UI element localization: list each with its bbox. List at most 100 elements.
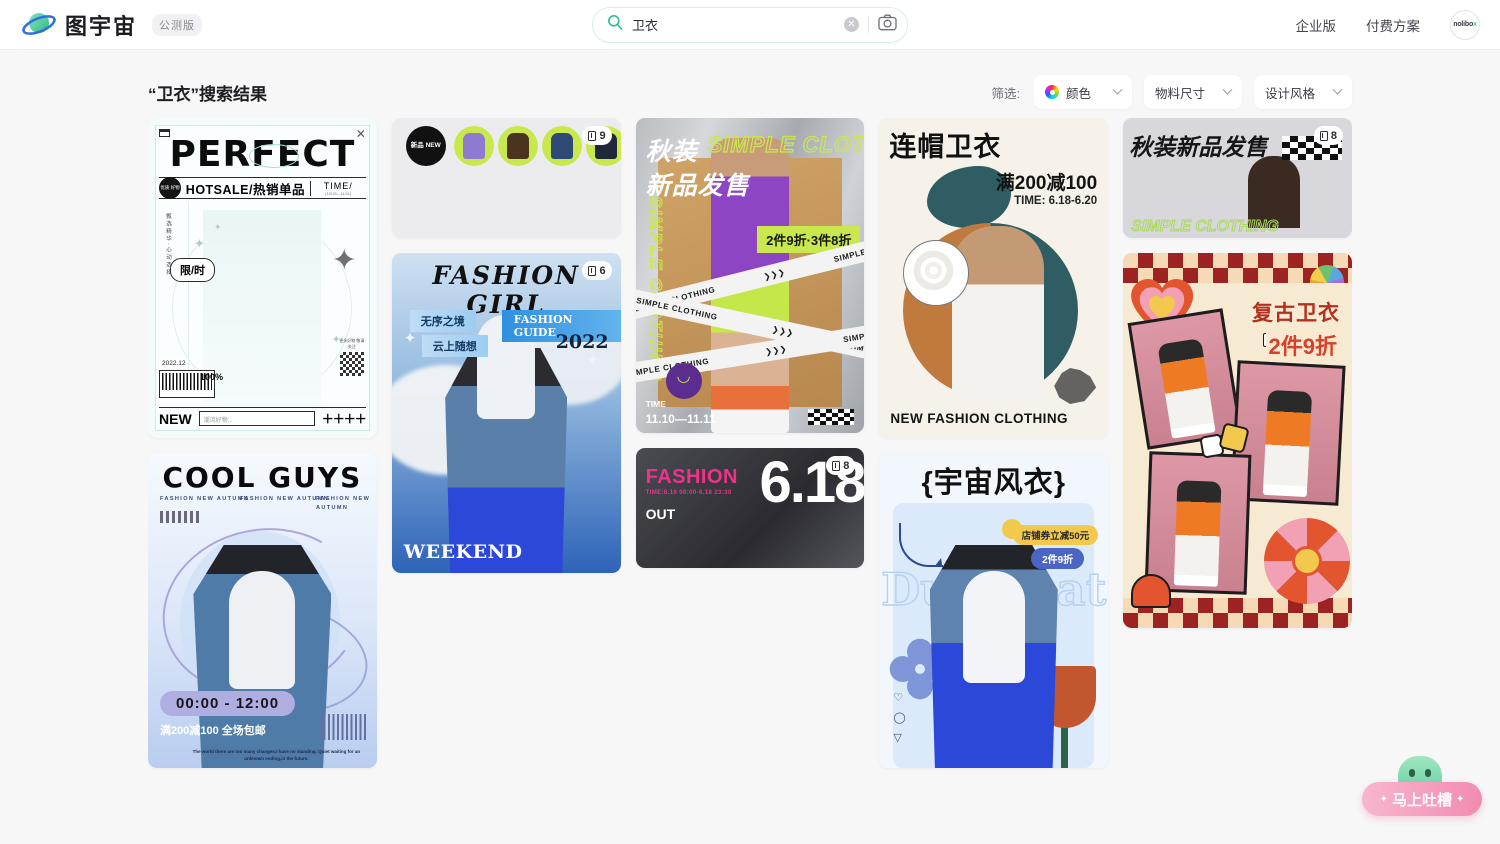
- planet-icon: [22, 9, 56, 41]
- mushroom-icon: [1131, 574, 1172, 608]
- card1-time-label: TIME/: [323, 180, 353, 191]
- feedback-fab-label: 马上吐槽: [1391, 791, 1452, 809]
- clear-search-icon[interactable]: ✕: [844, 17, 859, 32]
- chevron-down-icon: [1332, 84, 1343, 95]
- card11-new-label: 新品 NEW: [405, 126, 446, 166]
- filter-size[interactable]: 物料尺寸: [1144, 75, 1242, 109]
- divider: [868, 16, 869, 33]
- card4-title: 复古卫衣: [1251, 302, 1340, 325]
- result-card[interactable]: COOL GUYS FASHION NEW AUTUMN FASHION NEW…: [148, 453, 377, 768]
- page-count-badge: 6: [582, 261, 612, 280]
- qr-code-icon: [339, 352, 364, 376]
- card1-time-range: (10/15—11/11): [325, 190, 352, 196]
- leaf-illustration: [1054, 368, 1097, 404]
- card6-time-chip: 00:00 - 12:00: [160, 691, 296, 716]
- results-grid: ✕ PERFECT 优质 好物 HOTSALE/热销单品 TIME/ (10/1…: [148, 118, 1352, 818]
- feedback-fab[interactable]: ✦ 马上吐槽 ✦: [1362, 756, 1482, 816]
- sparkle-icon: ✦: [1379, 793, 1388, 805]
- badge-count: 8: [1330, 129, 1337, 142]
- sparkle-icon: ✦: [403, 330, 417, 347]
- card1-corner-tag: 优质 好物: [159, 177, 181, 199]
- card12-fashion: FASHION: [645, 466, 738, 488]
- heart-icon: ♡: [893, 692, 904, 704]
- card3-promo: 满200减100: [995, 173, 1098, 194]
- flower-illustration: [1263, 518, 1350, 604]
- result-card[interactable]: 连帽卫衣 满200减100 TIME: 6.18-6.20 NEW FASHIO…: [879, 118, 1109, 438]
- page-count-badge: 8: [1313, 126, 1343, 145]
- card6-title: COOL GUYS: [162, 461, 363, 494]
- camera-icon[interactable]: [878, 14, 897, 36]
- result-card[interactable]: 8 6.18 FASHION TIME:6.16 00:00-6.18 23:3…: [635, 448, 865, 568]
- filter-label: 筛选:: [991, 86, 1020, 101]
- search-icon: [607, 14, 623, 35]
- flower-illustration: [903, 240, 970, 306]
- brand-logo[interactable]: 图宇宙 公测版: [22, 9, 203, 41]
- card12-out: OUT: [645, 506, 676, 522]
- card6-footer: The world there are too many changes,I h…: [192, 748, 361, 762]
- card7-time-value: 11.10—11.11: [645, 412, 716, 426]
- search-bar[interactable]: ✕: [592, 6, 908, 43]
- result-card[interactable]: ✕ PERFECT 优质 好物 HOTSALE/热销单品 TIME/ (10/1…: [148, 118, 377, 438]
- main-content: “卫衣”搜索结果 筛选: 颜色 物料尺寸 设计风格 ✕ PERFECT 优质 好…: [0, 50, 1500, 818]
- result-card[interactable]: SIMPLE CLOTHING SIMPLE CLOTHING 秋装 新品发售 …: [635, 118, 865, 433]
- layers-icon: [1319, 130, 1328, 141]
- nav-link-enterprise[interactable]: 企业版: [1296, 15, 1337, 35]
- card7-title-1: 秋装: [645, 138, 698, 166]
- send-icon: ▽: [893, 732, 902, 744]
- layers-icon: [588, 265, 597, 276]
- card3-footer: NEW FASHION CLOTHING: [890, 411, 1068, 426]
- card1-date: 2022.12: [160, 359, 188, 368]
- card3-time: TIME: 6.18-6.20: [1014, 195, 1098, 207]
- header-nav: 企业版 付费方案 nolibo x: [1296, 9, 1480, 40]
- result-card[interactable]: 9 新品 NEW: [391, 118, 621, 238]
- page-title: “卫衣”搜索结果: [148, 84, 267, 104]
- badge-count: 8: [843, 459, 850, 472]
- chevron-down-icon: [1112, 84, 1123, 95]
- star-icon: ✦: [331, 244, 357, 277]
- sparkle-icon: ✦: [1456, 793, 1465, 805]
- result-card[interactable]: 6 FASHION GIRL 无序之境 FASHION GUIDE 云上随想 2…: [391, 253, 621, 573]
- sparkle-icon: ✦: [586, 352, 599, 369]
- result-card[interactable]: 复古卫衣 2件9折: [1123, 253, 1352, 628]
- beta-tag: 公测版: [152, 13, 203, 36]
- filter-style[interactable]: 设计风格: [1254, 75, 1352, 109]
- card12-time: TIME:6.16 00:00-6.18 23:30: [645, 490, 732, 496]
- badge-count: 9: [599, 129, 606, 142]
- chevron-down-icon: [1222, 84, 1233, 95]
- color-wheel-icon: [1045, 85, 1059, 99]
- filter-color[interactable]: 颜色: [1034, 75, 1132, 109]
- card6-sub-a: FASHION NEW AUTUMN: [160, 496, 250, 502]
- layers-icon: [832, 460, 841, 471]
- filter-style-label: 设计风格: [1265, 86, 1316, 101]
- card3-title: 连帽卫衣: [889, 132, 1002, 162]
- card6-promo: 满200减100 全场包邮: [160, 725, 266, 737]
- result-card[interactable]: 8 秋装新品发售 SIMPLE CLOTHING: [1123, 118, 1352, 238]
- card8-promo: 2件9折: [1031, 548, 1085, 569]
- filter-color-label: 颜色: [1066, 86, 1092, 101]
- card6-sub-c: FASHION NEW AUTUMN: [316, 496, 371, 511]
- filter-size-label: 物料尺寸: [1155, 86, 1206, 101]
- card7-ghost: SIMPLE CLOTHING: [707, 131, 865, 157]
- badge-count: 6: [599, 264, 606, 277]
- card2-tag-c: 云上随想: [421, 335, 488, 357]
- card1-input-placeholder: 潮流好物...: [198, 411, 315, 426]
- card7-time-label: TIME: [645, 399, 666, 409]
- card1-new: NEW: [159, 410, 192, 427]
- avatar[interactable]: nolibo x: [1450, 9, 1480, 40]
- card13-ghost: SIMPLE CLOTHING: [1131, 218, 1280, 236]
- brand-name: 图宇宙: [65, 13, 138, 39]
- card7-title-2: 新品发售: [645, 172, 750, 200]
- card1-hotsale: HOTSALE/热销单品: [185, 182, 305, 197]
- result-card[interactable]: Dustcoat 店铺券立减50元 2件9折 {宇宙风衣} ♡ ◯ ▽: [879, 453, 1109, 768]
- card2-tag-a: 无序之境: [409, 310, 476, 332]
- results-toolbar: “卫衣”搜索结果 筛选: 颜色 物料尺寸 设计风格: [148, 50, 1352, 118]
- card13-title: 秋装新品发售: [1129, 134, 1268, 160]
- card8-coupon: 店铺券立减50元: [1012, 525, 1099, 545]
- card1-limited-tag: 限/时: [170, 258, 216, 282]
- avatar-label-tail: x: [1473, 21, 1477, 28]
- smiley-badge-icon: [665, 363, 702, 399]
- layers-icon: [588, 130, 597, 141]
- card2-year: 2022: [555, 331, 609, 353]
- search-input[interactable]: [632, 17, 835, 32]
- nav-link-pricing[interactable]: 付费方案: [1366, 15, 1420, 35]
